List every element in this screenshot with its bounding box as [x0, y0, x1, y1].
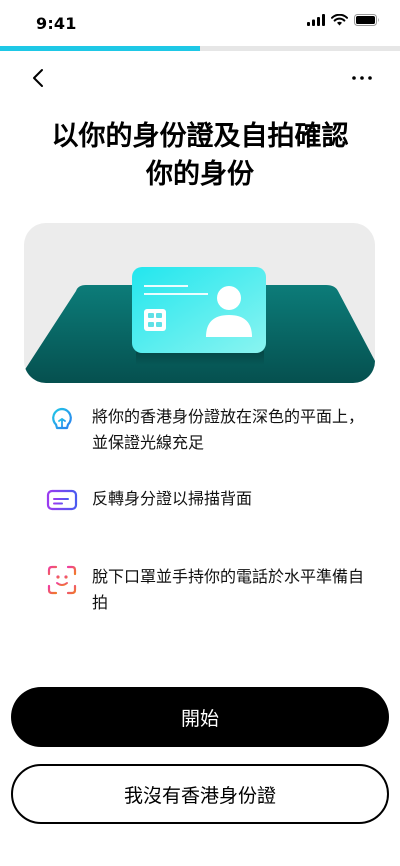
status-bar: 9:41: [0, 0, 400, 44]
more-horizontal-icon: [352, 76, 372, 80]
progress-bar: [0, 46, 400, 51]
start-button[interactable]: 開始: [11, 687, 389, 747]
status-icons: [307, 14, 380, 26]
more-button[interactable]: [348, 64, 376, 92]
no-hk-id-button[interactable]: 我沒有香港身份證: [11, 764, 389, 824]
battery-icon: [354, 14, 379, 26]
wifi-icon: [331, 14, 348, 26]
face-scan-icon: [44, 564, 80, 600]
page-title-line-2: 你的身份: [146, 159, 254, 190]
nav-bar: [0, 60, 400, 92]
back-button[interactable]: [24, 64, 52, 92]
page-title-line-1: 以你的身份證及自拍確認: [51, 121, 349, 152]
id-card-on-surface-image: [24, 267, 375, 383]
chevron-left-icon: [33, 69, 43, 87]
tip-text: 反轉身分證以掃描背面: [92, 489, 253, 508]
page-title: 以你的身份證及自拍確認 你的身份: [20, 118, 380, 194]
status-time: 9:41: [36, 14, 77, 33]
tip-text: 將你的香港身份證放在深色的平面上，並保證光線充足: [92, 407, 365, 452]
cellular-signal-icon: [307, 14, 325, 26]
id-card-illustration: [24, 223, 375, 383]
tip-text: 脫下口罩並手持你的電話於水平準備自拍: [92, 567, 365, 612]
lightbulb-icon: [44, 406, 80, 442]
card-flip-icon: [44, 488, 80, 524]
progress-fill: [0, 46, 200, 51]
